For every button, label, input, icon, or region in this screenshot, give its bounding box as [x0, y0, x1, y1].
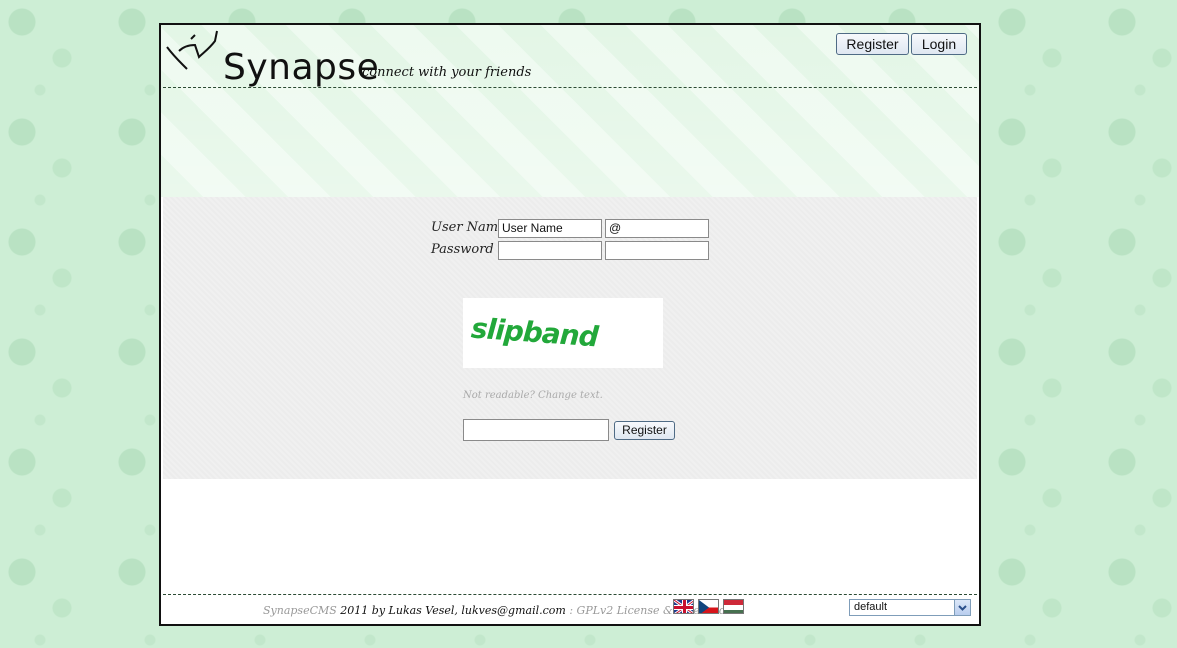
en-flag-icon[interactable]	[673, 599, 694, 614]
footer-app-name: SynapseCMS	[263, 604, 337, 617]
password-label: Password	[431, 242, 494, 257]
footer-separator: :	[565, 604, 577, 617]
skin-select-value: default	[854, 601, 888, 613]
header-divider	[163, 87, 977, 88]
password-confirm-input[interactable]	[605, 241, 709, 260]
skin-select[interactable]: default	[849, 599, 971, 616]
footer-copyright: SynapseCMS 2011 by Lukas Vesel, lukves@g…	[263, 604, 726, 617]
password-input[interactable]	[498, 241, 602, 260]
login-button[interactable]: Login	[911, 33, 967, 55]
logo-text[interactable]: Synapse	[223, 47, 379, 88]
cz-flag-icon[interactable]	[698, 599, 719, 614]
footer-author: 2011 by Lukas Vesel, lukves@gmail.com	[336, 604, 566, 617]
register-submit-button[interactable]: Register	[614, 421, 675, 440]
logo-slogan: connect with your friends	[362, 65, 532, 80]
hu-flag-icon[interactable]	[723, 599, 744, 614]
captcha-text: slipband	[470, 311, 599, 354]
user-name-label: User Name	[431, 220, 506, 235]
footer: SynapseCMS 2011 by Lukas Vesel, lukves@g…	[163, 595, 977, 624]
registration-panel: User Name Password User Name @ slipband …	[163, 197, 977, 479]
captcha-change-link[interactable]: Not readable? Change text.	[463, 390, 603, 401]
register-button[interactable]: Register	[836, 33, 909, 55]
page-frame: Synapse connect with your friends Regist…	[159, 23, 981, 626]
header: Synapse connect with your friends Regist…	[161, 25, 979, 197]
synapse-logo-icon	[166, 30, 218, 70]
user-name-input[interactable]: User Name	[498, 219, 602, 238]
captcha-input[interactable]	[463, 419, 609, 441]
chevron-down-icon[interactable]	[954, 600, 970, 615]
email-domain-input[interactable]: @	[605, 219, 709, 238]
captcha-image: slipband	[463, 298, 663, 368]
